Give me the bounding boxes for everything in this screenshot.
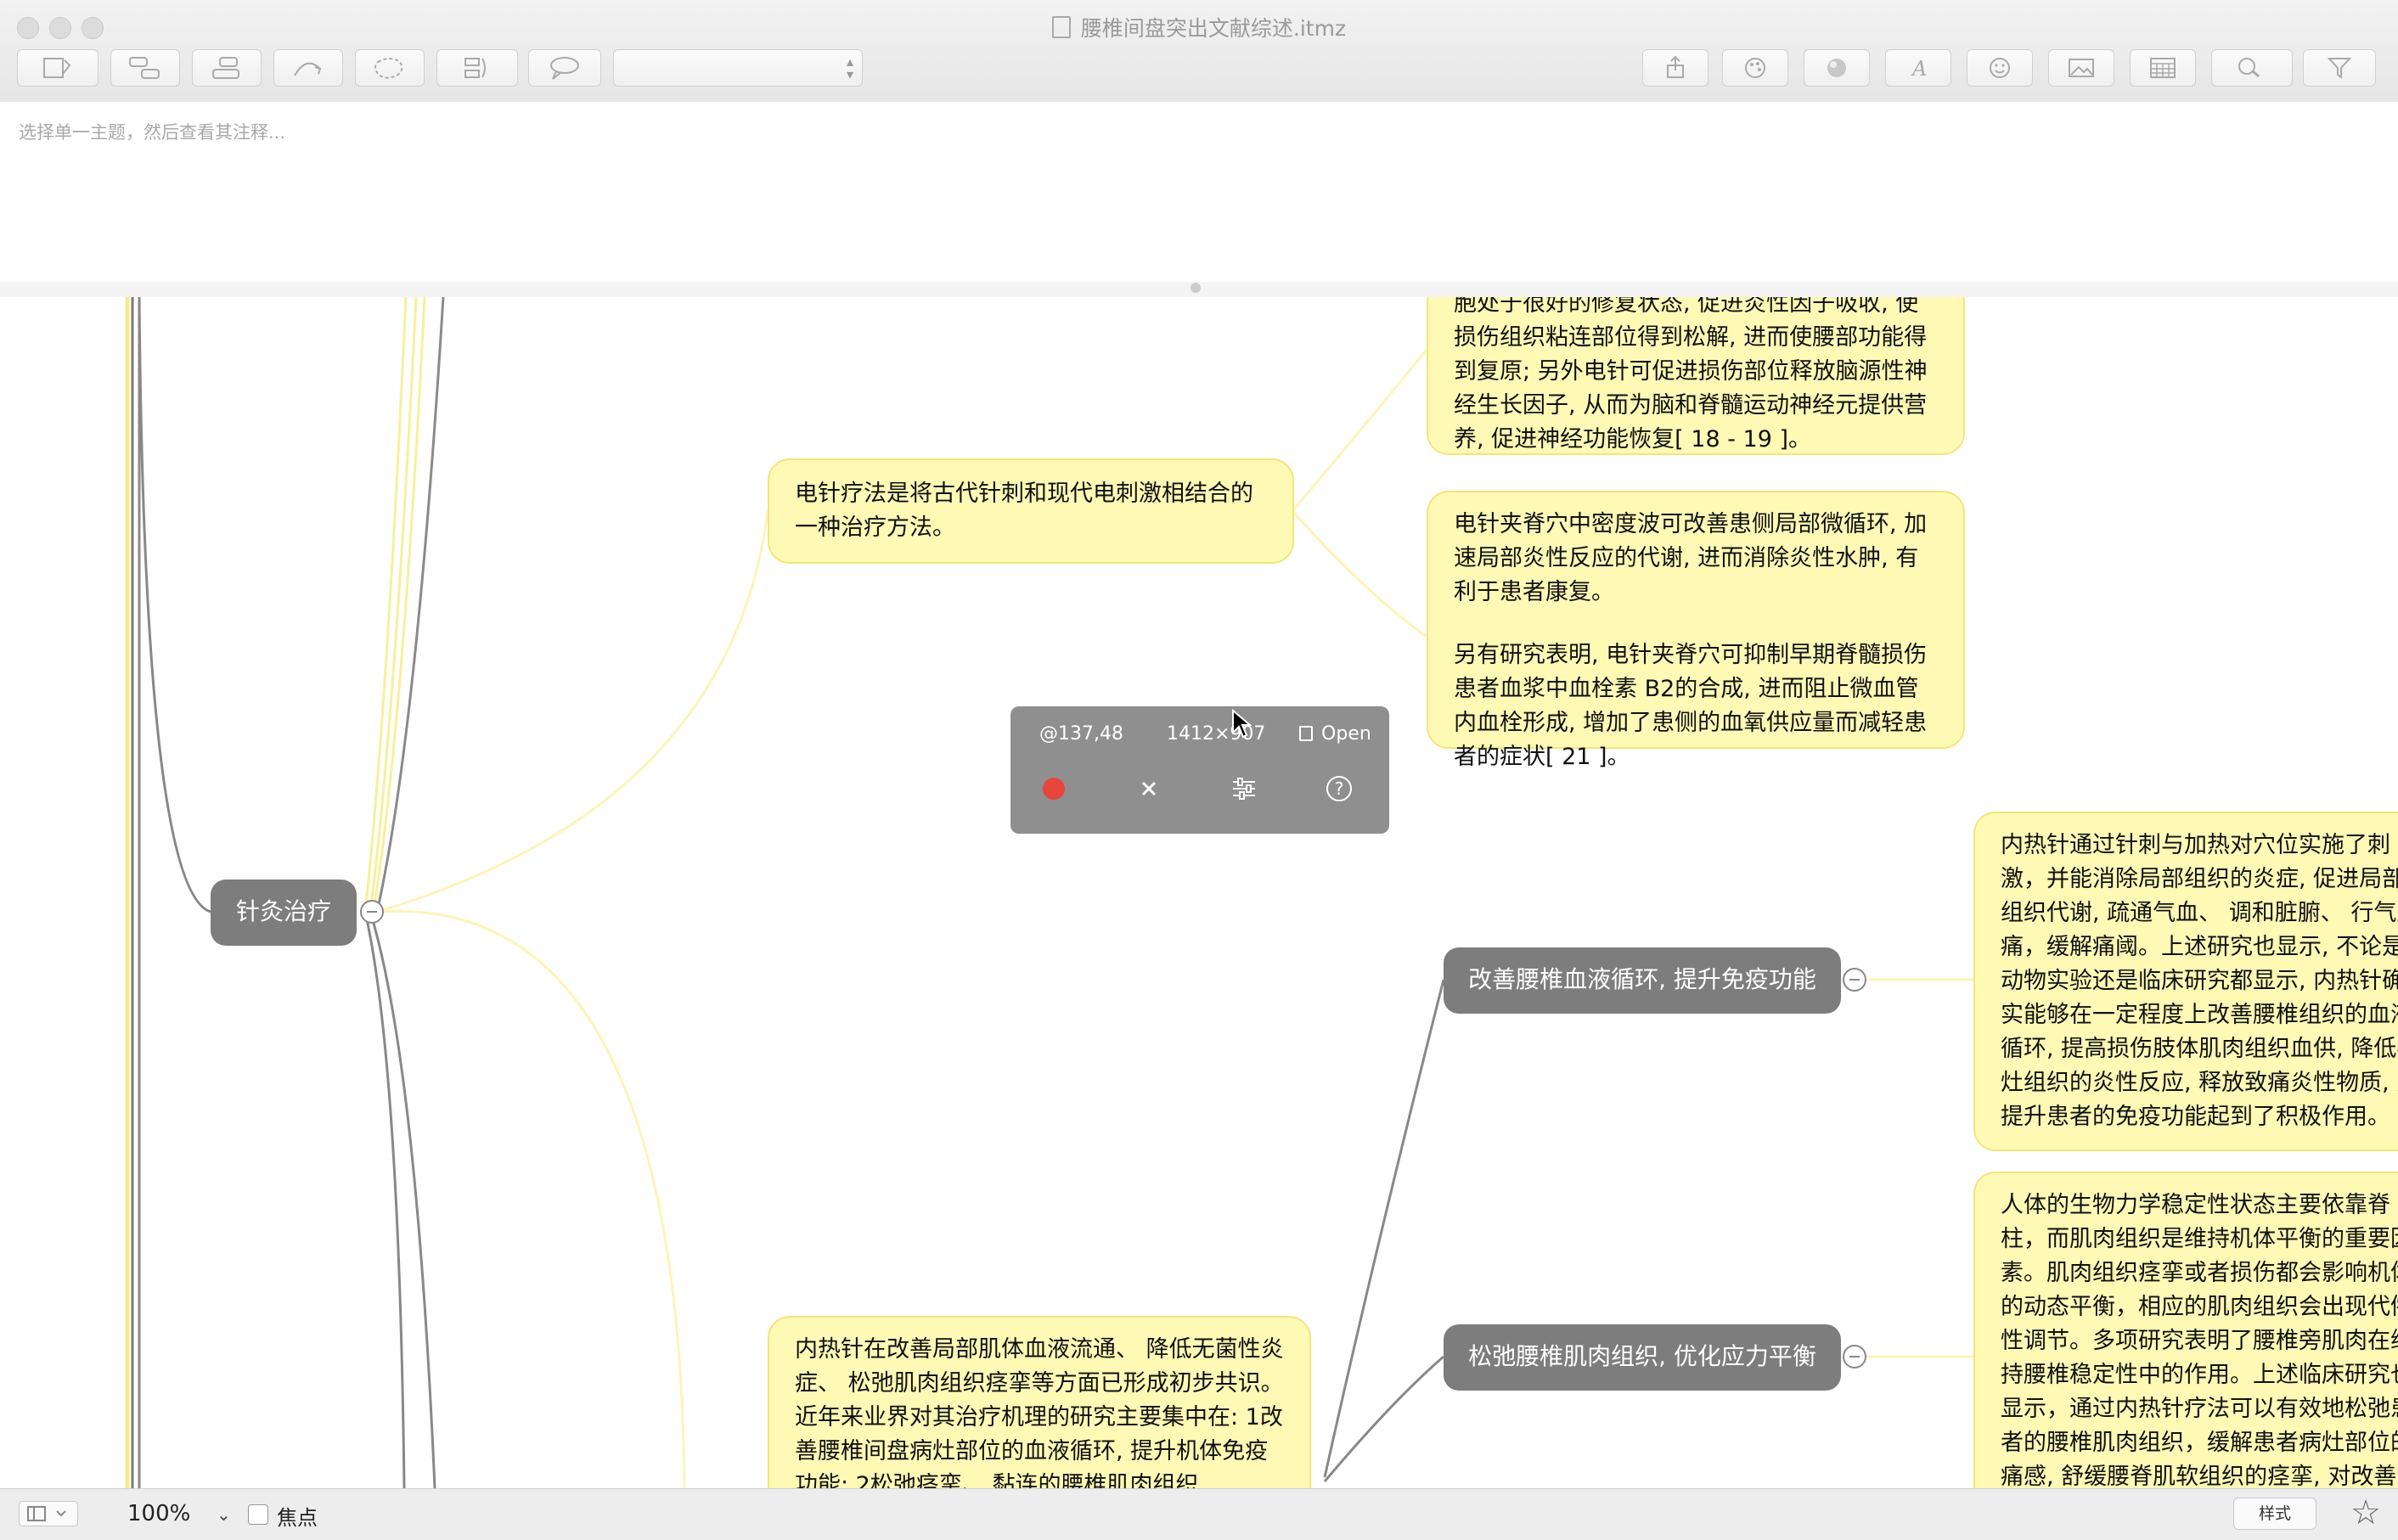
zoom-dropdown-icon[interactable]: ⌄ <box>217 1504 231 1525</box>
app-window: 腰椎间盘突出文献综述.itmz ▴ ▾ A 选择单一主题，然后查看其注释... … <box>0 0 2398 1540</box>
font-icon: A <box>1911 57 1927 81</box>
svg-text:A: A <box>1911 57 1927 81</box>
share-button[interactable] <box>1642 49 1708 87</box>
search-icon <box>2238 58 2260 78</box>
clip-art-button[interactable] <box>1804 49 1870 87</box>
note-electro-repair[interactable]: 胞处于很好的修复状态, 促进炎性因子吸收, 使损伤组织粘连部位得到松解, 进而使… <box>1427 297 1965 455</box>
calendar-button[interactable] <box>2130 49 2196 87</box>
focus-checkbox[interactable] <box>248 1504 268 1525</box>
relationship-icon <box>294 62 322 76</box>
calendar-icon <box>2150 58 2176 78</box>
speech-bubble-icon <box>550 57 579 80</box>
svg-text:?: ? <box>1335 778 1344 799</box>
topic-acupuncture[interactable]: 针灸治疗 <box>211 880 357 946</box>
note-inner-heat-effect[interactable]: 内热针通过针刺与加热对穴位实施了刺激，并能消除局部组织的炎症, 促进局部组织代谢… <box>1973 812 2398 1151</box>
icons-button[interactable] <box>1967 49 2033 87</box>
add-subtopic-button[interactable] <box>110 49 180 87</box>
lock-label: Open <box>1321 723 1371 745</box>
focus-label: 焦点 <box>277 1506 318 1530</box>
zoom-level[interactable]: 100% <box>127 1501 190 1526</box>
chevron-updown-icon: ▴ ▾ <box>846 53 853 82</box>
star-icon[interactable]: ☆ <box>2350 1494 2381 1532</box>
summary-button[interactable] <box>436 49 518 87</box>
splitter-handle[interactable] <box>1191 283 1201 293</box>
notes-pane[interactable]: 选择单一主题，然后查看其注释... <box>0 102 2398 283</box>
smiley-icon <box>1990 58 2010 78</box>
filter-button[interactable] <box>2303 49 2376 87</box>
record-icon <box>1043 778 1065 800</box>
record-button[interactable] <box>1039 774 1068 803</box>
summary-icon <box>464 58 486 78</box>
new-document-icon <box>43 58 71 78</box>
recording-settings-button[interactable] <box>1230 774 1258 803</box>
collapse-toggle-circulation[interactable] <box>1843 968 1866 992</box>
help-button[interactable]: ? <box>1325 774 1354 803</box>
note-text: 电针夹脊穴中密度波可改善患侧局部微循环, 加速局部炎性反应的代谢, 进而消除炎性… <box>1454 511 1928 605</box>
note-electro-definition[interactable]: 电针疗法是将古代针刺和现代电刺激相结合的一种治疗方法。 <box>768 458 1294 564</box>
capture-position: @137,48 <box>1039 723 1123 745</box>
topic-relax-muscle[interactable]: 松弛腰椎肌肉组织, 优化应力平衡 <box>1444 1324 1841 1391</box>
search-button[interactable] <box>2211 49 2293 87</box>
note-text: 另有研究表明, 电针夹脊穴可抑制早期脊髓损伤患者血浆中血栓素 B2的合成, 进而… <box>1454 642 1928 770</box>
share-icon <box>1667 55 1684 78</box>
sibling-icon <box>212 57 239 79</box>
image-button[interactable] <box>2048 49 2114 87</box>
note-inner-heat-summary[interactable]: 内热针在改善局部肌体血液流通、 降低无菌性炎症、 松弛肌肉组织痉挛等方面已形成初… <box>768 1316 1311 1488</box>
window-title: 腰椎间盘突出文献综述.itmz <box>0 12 2398 42</box>
note-electro-spine[interactable]: 电针夹脊穴中密度波可改善患侧局部微循环, 加速局部炎性反应的代谢, 进而消除炎性… <box>1427 491 1965 770</box>
palette-icon <box>1745 58 1765 78</box>
cancel-recording-button[interactable] <box>1134 774 1163 803</box>
status-bar: 100% ⌄ 焦点 样式 ☆ <box>0 1488 2398 1540</box>
font-button[interactable]: A <box>1885 49 1951 87</box>
new-topic-button[interactable] <box>17 49 99 87</box>
lock-toggle[interactable]: Open <box>1299 723 1371 745</box>
boundary-button[interactable] <box>355 49 425 87</box>
note-biomechanics[interactable]: 人体的生物力学稳定性状态主要依靠脊柱，而肌肉组织是维持机体平衡的重要因素。肌肉组… <box>1973 1172 2398 1488</box>
question-icon: ? <box>1326 776 1352 801</box>
style-button[interactable]: 样式 <box>2233 1498 2316 1530</box>
relationship-button[interactable] <box>273 49 343 87</box>
note-text: 电针疗法是将古代针刺和现代电刺激相结合的一种治疗方法。 <box>795 481 1253 541</box>
note-text: 人体的生物力学稳定性状态主要依靠脊柱，而肌肉组织是维持机体平衡的重要因素。肌肉组… <box>2001 1192 2398 1488</box>
structure-select[interactable]: ▴ ▾ <box>613 49 863 87</box>
close-icon <box>1141 781 1157 796</box>
notes-placeholder: 选择单一主题，然后查看其注释... <box>19 122 286 143</box>
mouse-cursor-icon <box>1232 709 1252 739</box>
sidebar-toggle-button[interactable] <box>19 1501 78 1526</box>
mind-map-canvas[interactable]: 针灸治疗 胞处于很好的修复状态, 促进炎性因子吸收, 使损伤组织粘连部位得到松解… <box>0 297 2398 1488</box>
sliders-icon <box>1233 778 1255 800</box>
sidebar-icon <box>27 1506 66 1521</box>
note-text: 胞处于很好的修复状态, 促进炎性因子吸收, 使损伤组织粘连部位得到松解, 进而使… <box>1454 297 1928 452</box>
callout-button[interactable] <box>528 49 601 87</box>
filter-icon <box>2327 58 2352 79</box>
sphere-icon <box>1827 59 1846 77</box>
boundary-icon <box>374 58 403 79</box>
document-icon <box>1051 16 1071 38</box>
note-text: 内热针通过针刺与加热对穴位实施了刺激，并能消除局部组织的炎症, 促进局部组织代谢… <box>2001 832 2398 1130</box>
collapse-toggle-relax-muscle[interactable] <box>1843 1345 1866 1369</box>
topic-improve-circulation[interactable]: 改善腰椎血液循环, 提升免疫功能 <box>1444 947 1841 1014</box>
screen-recording-panel: @137,48 1412×907 Open ? <box>1010 706 1389 834</box>
theme-button[interactable] <box>1722 49 1788 87</box>
note-text: 内热针在改善局部肌体血液流通、 降低无菌性炎症、 松弛肌肉组织痉挛等方面已形成初… <box>795 1336 1284 1488</box>
subtopic-icon <box>129 57 160 79</box>
image-icon <box>2069 59 2094 77</box>
collapse-toggle-acupuncture[interactable] <box>360 900 384 924</box>
add-sibling-button[interactable] <box>192 49 262 87</box>
unlock-icon <box>1299 726 1313 741</box>
title-bar: 腰椎间盘突出文献综述.itmz ▴ ▾ A <box>0 0 2398 103</box>
